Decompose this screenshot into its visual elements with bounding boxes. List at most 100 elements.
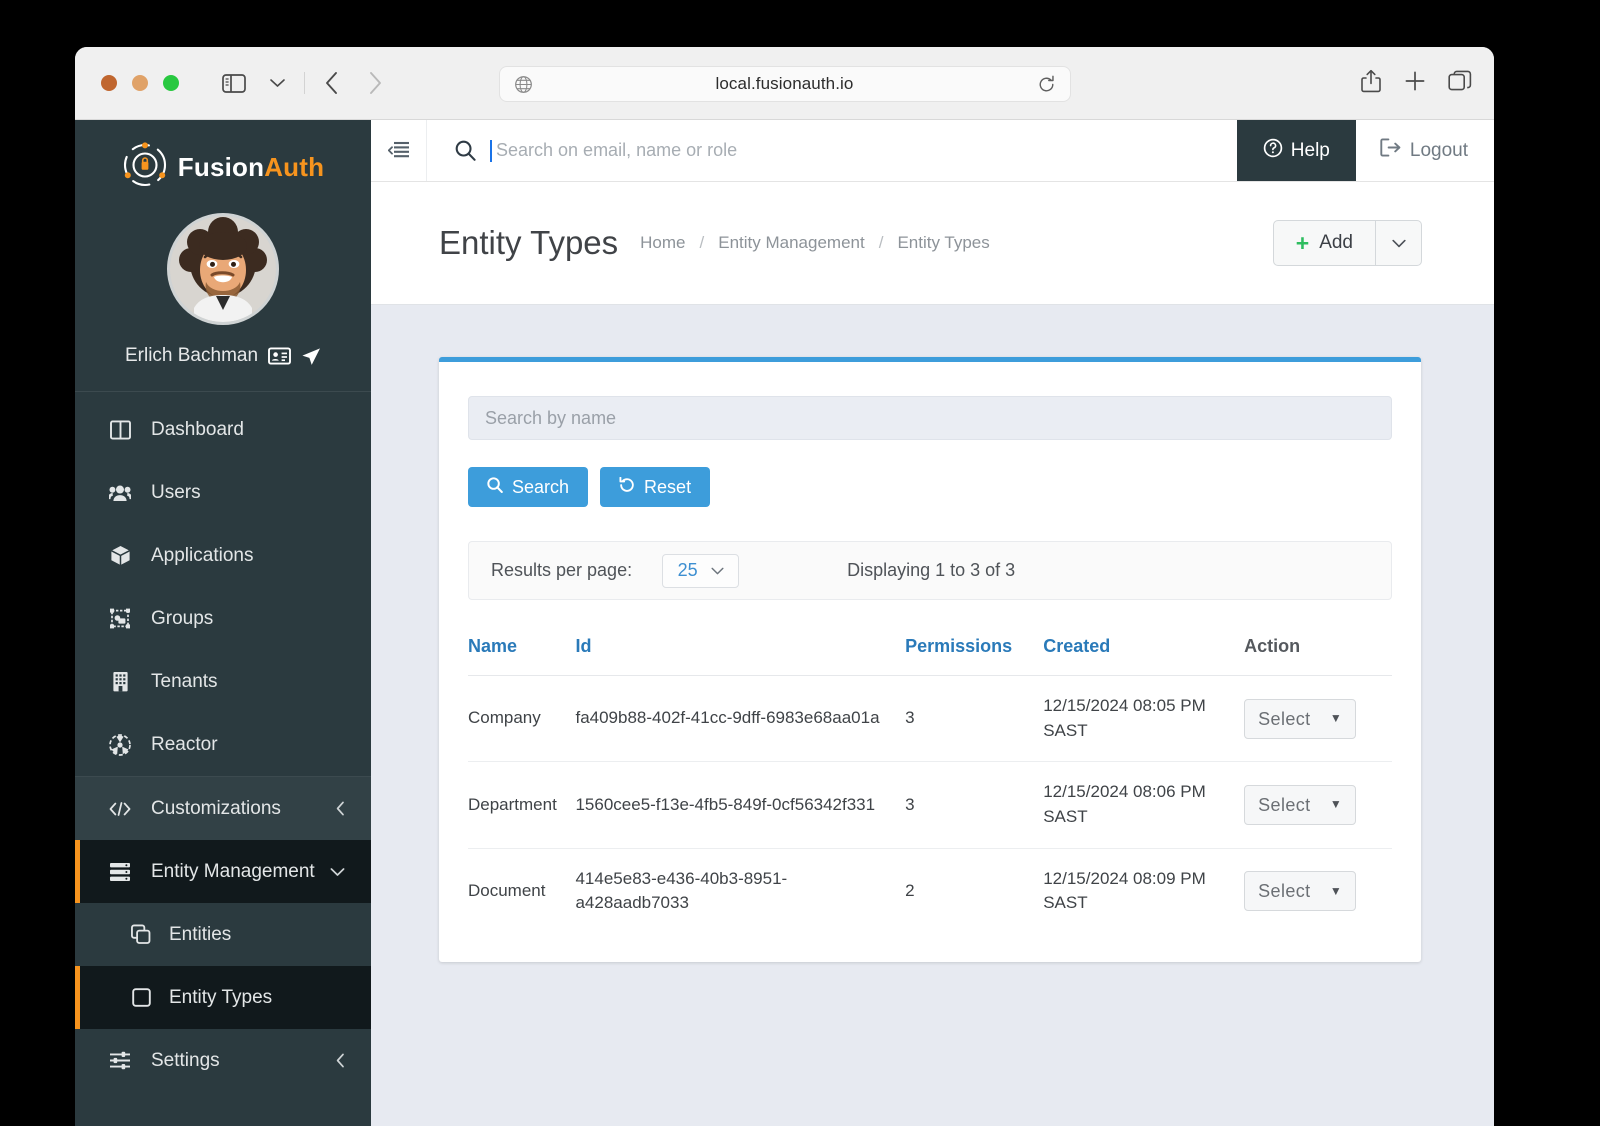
search-button-label: Search xyxy=(512,477,569,498)
entity-types-icon xyxy=(131,988,151,1007)
sidebar-sub-label: Entity Types xyxy=(169,987,272,1009)
sidebar-sub-label: Entities xyxy=(169,924,231,946)
sidebar-item-label: Applications xyxy=(151,545,253,567)
cell-name: Document xyxy=(468,848,575,934)
sidebar-item-entities[interactable]: Entities xyxy=(75,903,371,966)
breadcrumb-item-entity-types[interactable]: Entity Types xyxy=(897,233,989,253)
caret-down-icon: ▼ xyxy=(1330,796,1342,813)
add-button[interactable]: + Add xyxy=(1273,220,1376,266)
breadcrumb-item-entity-management[interactable]: Entity Management xyxy=(718,233,864,253)
caret-down-icon: ▼ xyxy=(1330,710,1342,727)
help-button[interactable]: Help xyxy=(1237,120,1356,181)
account-card-icon[interactable] xyxy=(268,347,291,365)
reset-button[interactable]: Reset xyxy=(600,467,710,507)
content-area: Search by name Search xyxy=(371,305,1494,1126)
page-header: Entity Types Home / Entity Management / … xyxy=(371,182,1494,305)
reset-icon xyxy=(619,477,635,498)
sidebar-group-entity-management[interactable]: Entity Management xyxy=(75,840,371,903)
row-select-label: Select xyxy=(1258,792,1310,818)
row-select-button[interactable]: Select ▼ xyxy=(1244,871,1356,911)
back-chevron-icon[interactable] xyxy=(312,66,352,100)
sidebar-item-label: Dashboard xyxy=(151,419,244,441)
collapse-sidebar-icon[interactable] xyxy=(371,120,427,181)
column-header-id[interactable]: Id xyxy=(575,622,905,676)
brand-text-auth: Auth xyxy=(264,152,324,182)
results-per-page-label: Results per page: xyxy=(491,560,632,581)
chevron-down-icon xyxy=(711,567,724,575)
reload-icon[interactable] xyxy=(1037,75,1056,94)
entity-types-card: Search by name Search xyxy=(439,357,1421,962)
search-actions: Search Reset xyxy=(468,467,1392,507)
column-header-name[interactable]: Name xyxy=(468,622,575,676)
plus-icon[interactable] xyxy=(1404,70,1426,97)
sidebar-item-dashboard[interactable]: Dashboard xyxy=(75,398,371,461)
breadcrumb-item-home[interactable]: Home xyxy=(640,233,685,253)
results-per-page-select[interactable]: 25 xyxy=(662,554,739,588)
breadcrumb: Home / Entity Management / Entity Types xyxy=(640,233,990,253)
sidebar-item-label: Reactor xyxy=(151,734,218,756)
plus-icon: + xyxy=(1296,232,1309,255)
sidebar-group-label: Entity Management xyxy=(151,861,315,883)
sidebar-group-customizations[interactable]: Customizations xyxy=(75,777,371,840)
cell-permissions: 3 xyxy=(905,676,1043,762)
tab-overview-icon[interactable] xyxy=(1448,70,1472,97)
sidebar-toggle-icon[interactable] xyxy=(214,66,254,100)
cell-created: 12/15/2024 08:06 PM SAST xyxy=(1043,762,1244,848)
row-select-button[interactable]: Select ▼ xyxy=(1244,785,1356,825)
sidebar-item-reactor[interactable]: Reactor xyxy=(75,713,371,776)
maximize-window-button[interactable] xyxy=(163,75,179,91)
column-header-action: Action xyxy=(1244,622,1392,676)
avatar[interactable] xyxy=(167,213,279,325)
logout-icon xyxy=(1380,138,1401,163)
sidebar-group-settings[interactable]: Settings xyxy=(75,1029,371,1092)
sidebar-item-applications[interactable]: Applications xyxy=(75,524,371,587)
reset-button-label: Reset xyxy=(644,477,691,498)
minimize-window-button[interactable] xyxy=(132,75,148,91)
app-root: FusionAuth xyxy=(75,120,1494,1126)
sidebar-item-entity-types[interactable]: Entity Types xyxy=(75,966,371,1029)
sidebar-item-label: Groups xyxy=(151,608,213,630)
applications-icon xyxy=(109,545,131,566)
logout-button[interactable]: Logout xyxy=(1356,120,1494,181)
caret-down-icon: ▼ xyxy=(1330,883,1342,900)
fusionauth-logo-icon xyxy=(122,142,168,193)
groups-icon xyxy=(109,608,131,629)
brand-logo[interactable]: FusionAuth xyxy=(75,120,371,201)
share-icon[interactable] xyxy=(1360,69,1382,98)
cell-id: 414e5e83-e436-40b3-8951-a428aadb7033 xyxy=(575,848,905,934)
add-dropdown-button[interactable] xyxy=(1376,220,1422,266)
row-select-button[interactable]: Select ▼ xyxy=(1244,699,1356,739)
tenants-icon xyxy=(109,671,131,692)
search-by-name-input[interactable]: Search by name xyxy=(468,396,1392,440)
users-icon xyxy=(109,483,131,502)
column-header-permissions[interactable]: Permissions xyxy=(905,622,1043,676)
reactor-icon xyxy=(109,734,131,756)
address-bar[interactable]: local.fusionauth.io xyxy=(499,66,1071,102)
search-button[interactable]: Search xyxy=(468,467,588,507)
sidebar-item-label: Users xyxy=(151,482,201,504)
column-header-created[interactable]: Created xyxy=(1043,622,1244,676)
forward-chevron-icon[interactable] xyxy=(355,66,395,100)
cell-permissions: 2 xyxy=(905,848,1043,934)
cell-created: 12/15/2024 08:09 PM SAST xyxy=(1043,848,1244,934)
chevron-down-icon[interactable] xyxy=(257,66,297,100)
main-column: Search on email, name or role Help Logou… xyxy=(371,120,1494,1126)
search-icon xyxy=(455,140,476,161)
chrome-divider xyxy=(304,72,305,94)
browser-chrome: local.fusionauth.io xyxy=(75,47,1494,120)
brand-text-fusion: Fusion xyxy=(178,152,264,182)
cell-created: 12/15/2024 08:05 PM SAST xyxy=(1043,676,1244,762)
entity-management-icon xyxy=(109,862,131,882)
breadcrumb-separator: / xyxy=(700,233,705,253)
sidebar-nav: Dashboard Users Applications xyxy=(75,392,371,776)
table-row: Department 1560cee5-f13e-4fb5-849f-0cf56… xyxy=(468,762,1392,848)
sidebar: FusionAuth xyxy=(75,120,371,1126)
sidebar-item-tenants[interactable]: Tenants xyxy=(75,650,371,713)
sidebar-item-users[interactable]: Users xyxy=(75,461,371,524)
topbar: Search on email, name or role Help Logou… xyxy=(371,120,1494,182)
sidebar-item-groups[interactable]: Groups xyxy=(75,587,371,650)
user-row: Erlich Bachman xyxy=(75,345,371,391)
global-search[interactable]: Search on email, name or role xyxy=(427,120,1237,181)
send-icon[interactable] xyxy=(301,347,321,366)
close-window-button[interactable] xyxy=(101,75,117,91)
